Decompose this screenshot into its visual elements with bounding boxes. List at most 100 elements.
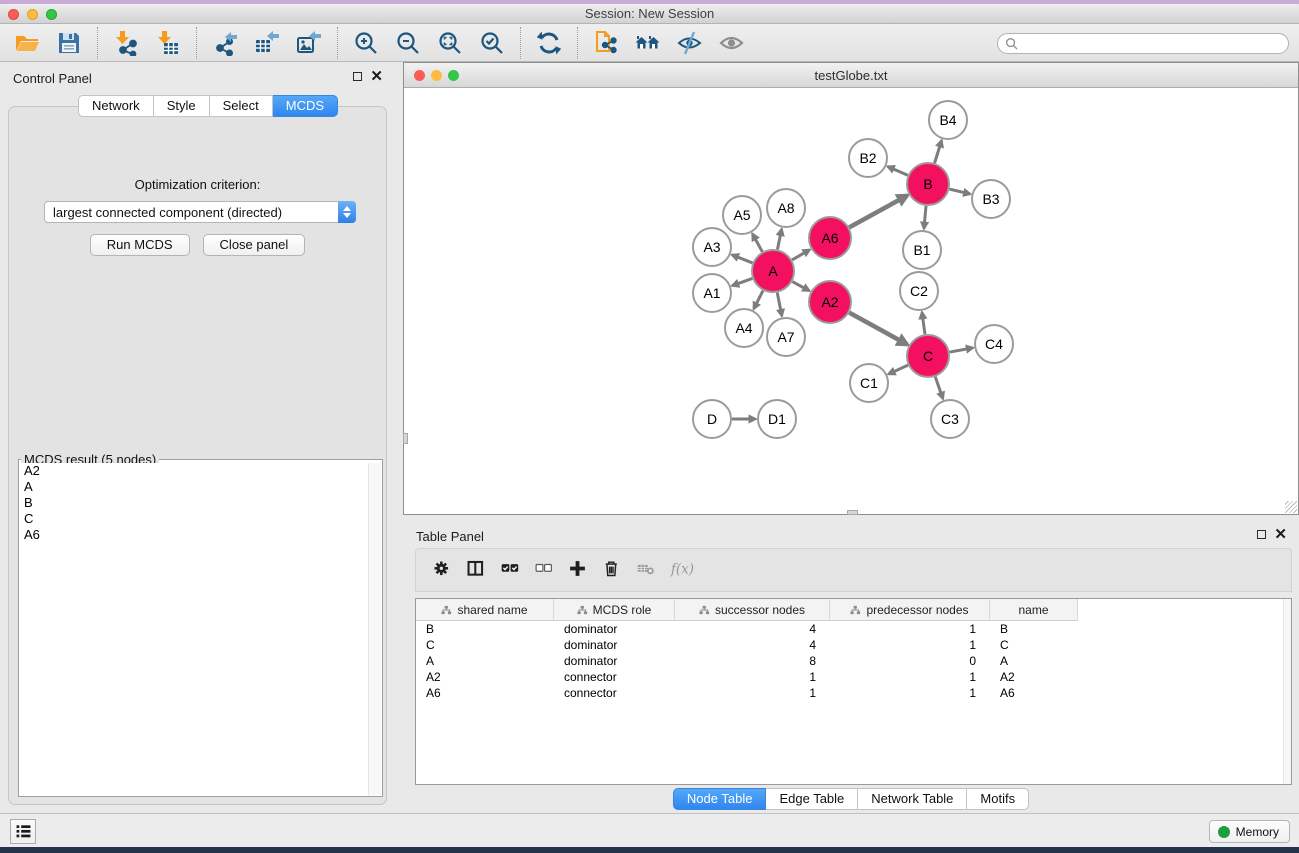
export-table-button[interactable] bbox=[252, 28, 282, 58]
mcds-result-scrollbar[interactable] bbox=[368, 463, 381, 795]
tab-edge-table[interactable]: Edge Table bbox=[766, 788, 858, 810]
import-table-button[interactable] bbox=[153, 28, 183, 58]
edge-A-A2[interactable] bbox=[792, 282, 809, 291]
edge-C-C1[interactable] bbox=[889, 365, 908, 374]
edge-A-A6[interactable] bbox=[792, 250, 810, 260]
save-session-button[interactable] bbox=[54, 28, 84, 58]
network-canvas[interactable]: A A1 A2 A3 A4 A5 A6 A7 A8 B B1 B2 B3 B4 C C1 C2 C3C4 D D1 bbox=[404, 88, 1298, 514]
edge-A-A4[interactable] bbox=[754, 291, 763, 309]
node-A8[interactable]: A8 bbox=[767, 189, 805, 227]
node-B2[interactable]: B2 bbox=[849, 139, 887, 177]
column-visibility-button[interactable] bbox=[460, 555, 494, 585]
task-history-button[interactable] bbox=[10, 819, 36, 844]
close-table-panel-icon[interactable]: ✕ bbox=[1274, 530, 1287, 539]
node-B4[interactable]: B4 bbox=[929, 101, 967, 139]
edge-A-A7[interactable] bbox=[777, 293, 782, 316]
zoom-fit-button[interactable] bbox=[435, 28, 465, 58]
delete-column-button[interactable] bbox=[596, 555, 630, 585]
window-titlebar[interactable]: Session: New Session bbox=[0, 4, 1299, 24]
run-mcds-button[interactable]: Run MCDS bbox=[90, 234, 190, 256]
column-header-MCDS-role[interactable]: MCDS role bbox=[554, 599, 675, 621]
node-A1[interactable]: A1 bbox=[693, 274, 731, 312]
node-A[interactable]: A bbox=[752, 250, 794, 292]
column-header-successor-nodes[interactable]: successor nodes bbox=[675, 599, 830, 621]
node-D1[interactable]: D1 bbox=[758, 400, 796, 438]
window-resize-nub-left[interactable] bbox=[403, 433, 408, 444]
table-row[interactable]: A6connector11A6 bbox=[416, 685, 1291, 701]
deselect-all-button[interactable] bbox=[528, 555, 562, 585]
table-row[interactable]: Cdominator41C bbox=[416, 637, 1291, 653]
edge-C-C4[interactable] bbox=[950, 348, 973, 352]
window-resize-nub-bottom[interactable] bbox=[847, 510, 858, 515]
table-row[interactable]: Adominator80A bbox=[416, 653, 1291, 669]
mcds-result-item[interactable]: A2 bbox=[20, 463, 368, 479]
node-A5[interactable]: A5 bbox=[723, 196, 761, 234]
column-header-predecessor-nodes[interactable]: predecessor nodes bbox=[830, 599, 990, 621]
close-panel-icon[interactable]: ✕ bbox=[370, 72, 383, 81]
eye-on-button[interactable] bbox=[717, 28, 747, 58]
tab-network-table[interactable]: Network Table bbox=[858, 788, 967, 810]
node-C[interactable]: C bbox=[907, 335, 949, 377]
node-C3[interactable]: C3 bbox=[931, 400, 969, 438]
edge-A-A1[interactable] bbox=[732, 278, 752, 285]
table-settings-button[interactable] bbox=[426, 555, 460, 585]
criterion-dropdown[interactable]: largest connected component (directed) bbox=[44, 201, 356, 223]
edge-A-A3[interactable] bbox=[732, 255, 753, 263]
node-B3[interactable]: B3 bbox=[972, 180, 1010, 218]
tab-motifs[interactable]: Motifs bbox=[967, 788, 1029, 810]
open-file-button[interactable] bbox=[12, 28, 42, 58]
edge-B-B2[interactable] bbox=[888, 167, 908, 176]
float-panel-icon[interactable] bbox=[353, 72, 362, 81]
add-column-button[interactable] bbox=[562, 555, 596, 585]
export-image-button[interactable] bbox=[294, 28, 324, 58]
float-table-panel-icon[interactable] bbox=[1257, 530, 1266, 539]
node-A6[interactable]: A6 bbox=[809, 217, 851, 259]
mcds-result-item[interactable]: C bbox=[20, 511, 368, 527]
table-row[interactable]: Bdominator41B bbox=[416, 621, 1291, 637]
select-all-button[interactable] bbox=[494, 555, 528, 585]
node-A3[interactable]: A3 bbox=[693, 228, 731, 266]
zoom-out-button[interactable] bbox=[393, 28, 423, 58]
table-row[interactable]: A2connector11A2 bbox=[416, 669, 1291, 685]
mcds-result-item[interactable]: A6 bbox=[20, 527, 368, 543]
memory-button[interactable]: Memory bbox=[1209, 820, 1290, 843]
search-field[interactable] bbox=[997, 33, 1289, 54]
window-resize-grip[interactable] bbox=[1285, 501, 1297, 513]
tab-network[interactable]: Network bbox=[78, 95, 154, 117]
eye-off-button[interactable] bbox=[675, 28, 705, 58]
node-A4[interactable]: A4 bbox=[725, 309, 763, 347]
node-C4[interactable]: C4 bbox=[975, 325, 1013, 363]
edge-A-A8[interactable] bbox=[777, 229, 781, 249]
tab-select[interactable]: Select bbox=[210, 95, 273, 117]
search-input[interactable] bbox=[1022, 37, 1288, 51]
node-A7[interactable]: A7 bbox=[767, 318, 805, 356]
node-A2[interactable]: A2 bbox=[809, 281, 851, 323]
import-network-button[interactable] bbox=[111, 28, 141, 58]
node-B1[interactable]: B1 bbox=[903, 231, 941, 269]
tab-node-table[interactable]: Node Table bbox=[673, 788, 767, 810]
network-window-titlebar[interactable]: testGlobe.txt bbox=[404, 63, 1298, 88]
refresh-button[interactable] bbox=[534, 28, 564, 58]
edge-B-B1[interactable] bbox=[924, 206, 926, 229]
edge-B-B3[interactable] bbox=[949, 189, 970, 194]
edge-C-C2[interactable] bbox=[922, 312, 925, 334]
node-B[interactable]: B bbox=[907, 163, 949, 205]
node-C2[interactable]: C2 bbox=[900, 272, 938, 310]
copy-network-button[interactable] bbox=[591, 28, 621, 58]
column-header-shared-name[interactable]: shared name bbox=[416, 599, 554, 621]
edge-A2-C[interactable] bbox=[849, 313, 907, 345]
export-network-button[interactable] bbox=[210, 28, 240, 58]
tab-style[interactable]: Style bbox=[154, 95, 210, 117]
table-scrollbar[interactable] bbox=[1283, 599, 1291, 784]
close-panel-button[interactable]: Close panel bbox=[203, 234, 306, 256]
zoom-selected-button[interactable] bbox=[477, 28, 507, 58]
column-header-name[interactable]: name bbox=[990, 599, 1078, 621]
edge-A-A5[interactable] bbox=[752, 234, 762, 252]
zoom-in-button[interactable] bbox=[351, 28, 381, 58]
mcds-result-item[interactable]: A bbox=[20, 479, 368, 495]
edge-A6-B[interactable] bbox=[849, 195, 907, 227]
mcds-result-item[interactable]: B bbox=[20, 495, 368, 511]
home-network-button[interactable] bbox=[633, 28, 663, 58]
node-C1[interactable]: C1 bbox=[850, 364, 888, 402]
node-D[interactable]: D bbox=[693, 400, 731, 438]
